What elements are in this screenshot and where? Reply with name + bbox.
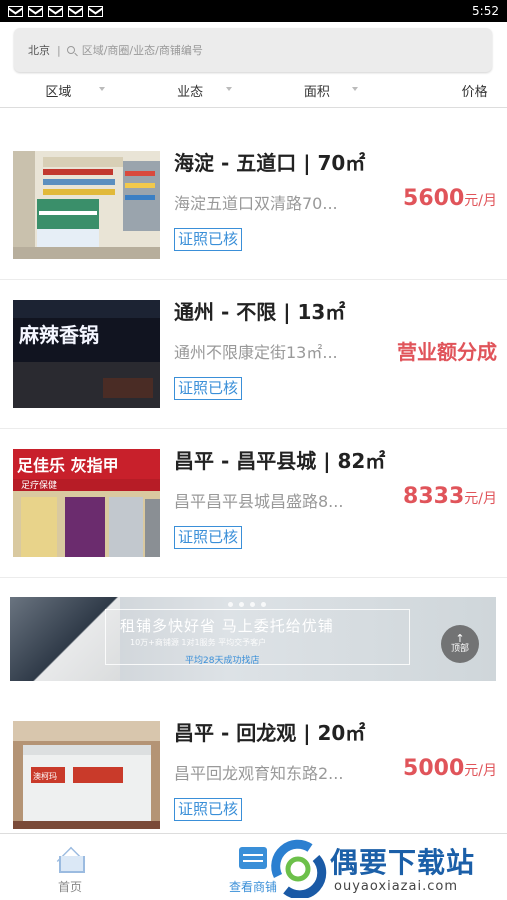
thumb-sign-text: 足佳乐 灰指甲 [17, 456, 119, 475]
listing-address: 海淀五道口双清路70... [174, 194, 338, 213]
listing-address: 昌平回龙观育知东路2... [174, 764, 344, 783]
filter-price[interactable]: 价格 [380, 74, 507, 107]
search-icon [66, 46, 75, 54]
mail-icon [88, 5, 103, 17]
convenience-store-photo [13, 151, 160, 259]
freezer-photo: 澳柯玛 [13, 721, 160, 829]
carousel-dot [239, 602, 244, 607]
listing-title: 昌平 - 回龙观 | 20㎡ [174, 721, 366, 745]
search-input[interactable] [81, 43, 382, 57]
listing-address: 昌平昌平县城昌盛路8... [174, 492, 344, 511]
search-divider: | [57, 43, 61, 57]
price-unit: 元/月 [464, 491, 497, 507]
listing-thumbnail [13, 151, 160, 259]
watermark-title: 偶要下载站 [330, 846, 476, 879]
banner-subtitle: 10万+商铺源 1对1服务 平均交予客户 [130, 638, 267, 647]
listing-price: 8333元/月 [403, 484, 497, 509]
carousel-dot [261, 602, 266, 607]
caret-down-icon [352, 87, 359, 91]
banner-tagline: 平均28天成功找店 [185, 656, 260, 666]
price-value: 8333 [403, 484, 465, 509]
price-value: 5000 [403, 756, 465, 781]
listing-thumbnail: 麻辣香锅 [13, 300, 160, 408]
city-selector[interactable]: 北京 [28, 42, 50, 58]
home-icon [55, 847, 85, 873]
mail-icon [48, 5, 63, 17]
caret-down-icon [479, 87, 485, 91]
watermark-url: ouyaoxiazai.com [334, 879, 458, 894]
listing-title: 通州 - 不限 | 13㎡ [174, 300, 346, 324]
notification-icons [8, 5, 103, 17]
banner-person-image [10, 597, 120, 681]
verified-badge: 证照已核 [174, 526, 243, 549]
watermark: 偶要下载站 ouyaoxiazai.com [268, 835, 507, 900]
thumb-sub-text: 足疗保健 [21, 479, 57, 491]
listing-address: 通州不限康定街13㎡... [174, 343, 338, 362]
listing-item[interactable]: 海淀 - 五道口 | 70㎡ 海淀五道口双清路70... 5600元/月 证照已… [0, 131, 507, 280]
filter-label: 业态 [177, 85, 204, 100]
carousel-indicator [228, 602, 266, 607]
carousel-dot [250, 602, 255, 607]
nav-home[interactable]: 首页 [20, 834, 120, 900]
caret-down-icon [98, 87, 105, 91]
back-to-top-button[interactable]: ↑ 顶部 [441, 625, 479, 663]
arrow-up-icon: ↑ [455, 632, 465, 645]
promo-banner[interactable]: 租铺多快好省 马上委托给优铺 10万+商铺源 1对1服务 平均交予客户 平均28… [10, 597, 496, 681]
listing-price: 5000元/月 [403, 756, 497, 781]
filter-business-type[interactable]: 业态 [127, 74, 254, 107]
banner-title: 租铺多快好省 马上委托给优铺 [120, 617, 334, 635]
thumb-sign-text: 麻辣香锅 [18, 323, 99, 347]
filter-area[interactable]: 区域 [0, 74, 127, 107]
caret-down-icon [225, 87, 232, 91]
restaurant-sign-photo: 麻辣香锅 [13, 300, 160, 408]
status-time: 5:52 [472, 4, 499, 18]
storefront-photo: 足佳乐 灰指甲 足疗保健 [13, 449, 160, 557]
listing-item[interactable]: 足佳乐 灰指甲 足疗保健 昌平 - 昌平县城 | 82㎡ 昌平昌平县城昌盛路8.… [0, 429, 507, 578]
filter-label: 面积 [303, 85, 330, 100]
back-to-top-label: 顶部 [450, 644, 469, 654]
filter-bar: 区域 业态 面积 价格 [0, 74, 507, 108]
price-unit: 元/月 [464, 763, 497, 779]
price-unit: 元/月 [464, 193, 497, 209]
listing-price: 5600元/月 [403, 186, 497, 211]
verified-badge: 证照已核 [174, 228, 243, 251]
carousel-dot [228, 602, 233, 607]
nav-label: 首页 [57, 880, 82, 894]
listing-thumbnail: 澳柯玛 [13, 721, 160, 829]
verified-badge: 证照已核 [174, 377, 243, 400]
listing-item[interactable]: 澳柯玛 昌平 - 回龙观 | 20㎡ 昌平回龙观育知东路2... 5000元/月… [0, 701, 507, 850]
mail-icon [8, 5, 23, 17]
watermark-logo-icon [271, 839, 327, 898]
price-value: 5600 [403, 186, 465, 211]
status-bar: 5:52 [0, 0, 507, 22]
search-bar[interactable]: 北京 | [14, 28, 492, 72]
verified-badge: 证照已核 [174, 798, 243, 821]
listing-item[interactable]: 麻辣香锅 通州 - 不限 | 13㎡ 通州不限康定街13㎡... 营业额分成 证… [0, 280, 507, 429]
filter-label: 区域 [45, 85, 72, 100]
listing-thumbnail: 足佳乐 灰指甲 足疗保健 [13, 449, 160, 557]
thumb-sign-text: 澳柯玛 [33, 771, 57, 781]
mail-icon [28, 5, 43, 17]
list-icon [238, 847, 268, 871]
filter-size[interactable]: 面积 [254, 74, 381, 107]
listing-title: 昌平 - 昌平县城 | 82㎡ [174, 449, 386, 473]
listing-price: 营业额分成 [397, 340, 497, 364]
listing-title: 海淀 - 五道口 | 70㎡ [174, 151, 366, 175]
app-screen: 5:52 北京 | 区域 业态 面积 价格 [0, 0, 507, 900]
mail-icon [68, 5, 83, 17]
